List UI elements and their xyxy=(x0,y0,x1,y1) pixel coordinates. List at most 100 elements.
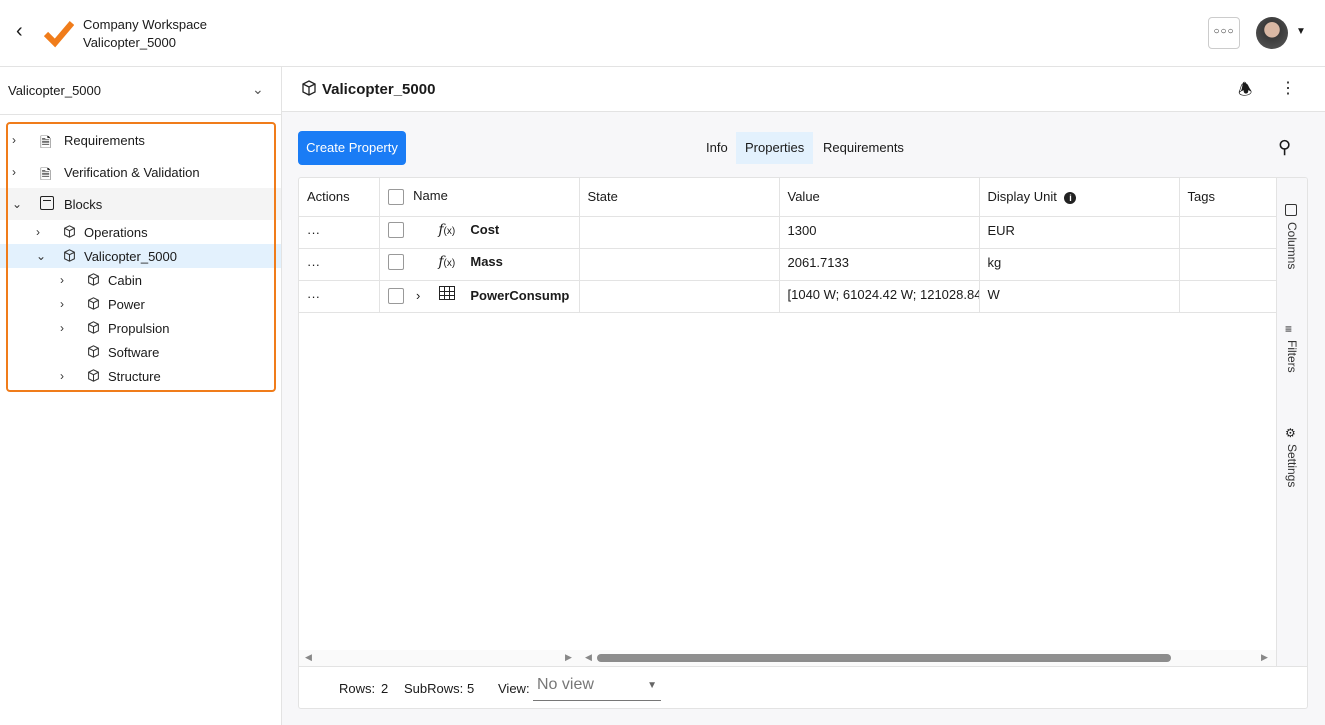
col-display-unit-label: Display Unit xyxy=(987,189,1057,205)
columns-panel-button[interactable]: Columns xyxy=(1285,204,1299,269)
tree-item-label: Propulsion xyxy=(108,320,170,336)
chevron-right-icon[interactable]: › xyxy=(60,369,64,383)
create-property-button[interactable]: Create Property xyxy=(298,131,406,165)
tags-cell[interactable] xyxy=(1179,280,1277,314)
function-icon: f(x) xyxy=(438,253,456,270)
tree-item[interactable]: ⌄ Blocks xyxy=(0,188,281,220)
view-select-value: No view xyxy=(537,676,594,693)
tree-item[interactable]: Software xyxy=(0,340,281,364)
value-cell[interactable]: 1300 xyxy=(779,216,980,249)
tree-item[interactable]: › Propulsion xyxy=(0,316,281,340)
chevron-down-icon: ⌄ xyxy=(252,81,264,97)
table-row[interactable]: ··· f(x) Cost 1300 EUR xyxy=(299,216,1277,249)
main-panel: Valicopter_5000 🕭 ⋮ Create Property Info… xyxy=(282,67,1325,725)
chevron-right-icon[interactable]: › xyxy=(60,321,64,335)
tree-item[interactable]: › Operations xyxy=(0,220,281,244)
tree-item[interactable]: › Structure xyxy=(0,364,281,388)
col-value[interactable]: Value xyxy=(779,178,980,217)
col-display-unit[interactable]: Display Unit i xyxy=(979,178,1180,217)
unit-cell[interactable]: EUR xyxy=(979,216,1180,249)
tab-info[interactable]: Info xyxy=(697,132,737,164)
back-icon[interactable]: ‹ xyxy=(16,20,23,43)
properties-table-card: Actions Name State Value Display Unit i … xyxy=(298,177,1308,709)
state-cell[interactable] xyxy=(579,216,780,249)
tags-cell[interactable] xyxy=(1179,216,1277,249)
search-icon[interactable]: ⚲ xyxy=(1278,137,1291,158)
properties-table: Actions Name State Value Display Unit i … xyxy=(299,178,1277,314)
side-panel: Columns ≡ Filters ⚙ Settings xyxy=(1276,178,1307,666)
tree-item-label: Blocks xyxy=(64,196,103,212)
tree-item-label: Cabin xyxy=(108,272,142,288)
row-actions-button[interactable]: ··· xyxy=(299,248,380,281)
tree-item-label: Valicopter_5000 xyxy=(84,248,177,264)
scrollbar-thumb[interactable] xyxy=(597,654,1171,662)
verification-icon: 🗎 xyxy=(40,166,52,182)
requirements-icon: 🗎 xyxy=(40,134,52,150)
tab-properties[interactable]: Properties xyxy=(736,132,814,164)
value-cell[interactable]: 2061.7133 xyxy=(779,248,980,281)
chevron-down-icon[interactable]: ⌄ xyxy=(36,249,46,263)
unit-cell[interactable]: W xyxy=(979,280,1180,314)
tab-requirements[interactable]: Requirements xyxy=(814,132,913,164)
tree-item[interactable]: › Power xyxy=(0,292,281,316)
row-checkbox[interactable] xyxy=(387,222,404,239)
table-icon xyxy=(433,285,461,303)
more-button[interactable]: ○○○ xyxy=(1208,17,1240,49)
cube-icon xyxy=(302,80,316,96)
caret-down-icon: ▼ xyxy=(647,680,657,691)
tree-item-label: Structure xyxy=(108,368,161,384)
row-actions-button[interactable]: ··· xyxy=(299,280,380,314)
chevron-right-icon[interactable]: › xyxy=(12,165,16,179)
view-label: View: xyxy=(498,681,530,696)
settings-label: Settings xyxy=(1285,444,1299,488)
select-all-checkbox[interactable] xyxy=(387,189,404,206)
caret-down-icon[interactable]: ▼ xyxy=(1296,26,1306,37)
state-cell[interactable] xyxy=(579,248,780,281)
tags-cell[interactable] xyxy=(1179,248,1277,281)
horizontal-scrollbar[interactable]: ◀ ▶ ◀ ▶ xyxy=(299,650,1277,666)
col-state[interactable]: State xyxy=(579,178,780,217)
blocks-icon xyxy=(40,196,54,213)
table-row[interactable]: ··· f(x) Mass 2061.7133 kg xyxy=(299,248,1277,281)
row-checkbox[interactable] xyxy=(387,254,404,271)
property-name[interactable]: Mass xyxy=(470,254,503,269)
chevron-down-icon[interactable]: ⌄ xyxy=(12,197,22,211)
page-title: Valicopter_5000 xyxy=(322,81,436,98)
tree-item[interactable]: › Cabin xyxy=(0,268,281,292)
project-selector-value: Valicopter_5000 xyxy=(8,83,101,98)
col-actions: Actions xyxy=(299,178,380,217)
row-actions-button[interactable]: ··· xyxy=(299,216,380,249)
cube-icon xyxy=(63,249,76,265)
value-cell[interactable]: [1040 W; 61024.42 W; 121028.84 W xyxy=(779,280,980,314)
project-name[interactable]: Valicopter_5000 xyxy=(83,34,207,52)
chevron-right-icon[interactable]: › xyxy=(36,225,40,239)
tree-item-label: Software xyxy=(108,344,160,360)
subrows-label: SubRows: xyxy=(404,681,464,696)
unit-cell[interactable]: kg xyxy=(979,248,1180,281)
chevron-right-icon[interactable]: › xyxy=(60,297,64,311)
col-tags[interactable]: Tags xyxy=(1179,178,1277,217)
tree-item[interactable]: › 🗎 Verification & Validation xyxy=(0,156,281,188)
property-name[interactable]: PowerConsump xyxy=(470,288,569,303)
filters-panel-button[interactable]: ≡ Filters xyxy=(1285,322,1299,373)
info-icon[interactable]: i xyxy=(1064,192,1077,205)
chevron-right-icon[interactable]: › xyxy=(12,133,16,147)
col-name[interactable]: Name xyxy=(379,178,580,217)
tree-item[interactable]: › 🗎 Requirements xyxy=(0,124,281,156)
tree-item-label: Power xyxy=(108,296,145,312)
table-row[interactable]: ··· › PowerConsump [1040 W; 61024.42 W; … xyxy=(299,280,1277,314)
chevron-right-icon[interactable]: › xyxy=(60,273,64,287)
tree-item[interactable]: ⌄ Valicopter_5000 xyxy=(0,244,281,268)
function-icon: f(x) xyxy=(438,221,456,238)
avatar[interactable] xyxy=(1256,17,1288,49)
state-cell[interactable] xyxy=(579,280,780,314)
kebab-menu-icon[interactable]: ⋮ xyxy=(1280,78,1296,98)
property-name[interactable]: Cost xyxy=(470,222,499,237)
settings-panel-button[interactable]: ⚙ Settings xyxy=(1285,426,1299,487)
expand-icon[interactable]: › xyxy=(407,288,429,303)
workspace-name[interactable]: Company Workspace xyxy=(83,16,207,34)
bell-icon[interactable]: 🕭 xyxy=(1238,79,1252,106)
view-select[interactable]: No view ▼ xyxy=(533,673,661,701)
row-checkbox[interactable] xyxy=(387,288,404,305)
project-selector[interactable]: Valicopter_5000 ⌄ xyxy=(0,67,281,115)
